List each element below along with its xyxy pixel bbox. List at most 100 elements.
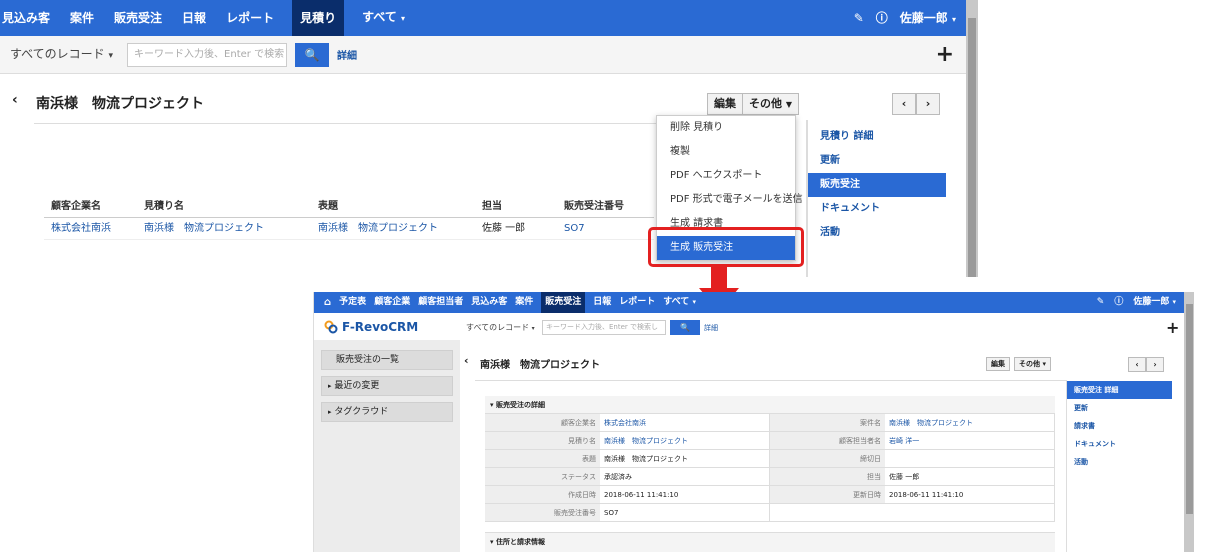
pencil-icon[interactable]: ✎ [1097, 292, 1105, 313]
advanced-search-link[interactable]: 詳細 [337, 47, 357, 62]
next-record-button[interactable]: › [1146, 357, 1164, 372]
related-activities[interactable]: 活動 [808, 221, 946, 245]
record-pager: ‹ › [892, 93, 940, 115]
table-cell[interactable]: 南浜様 物流プロジェクト [312, 218, 476, 239]
related-invoices[interactable]: 請求書 [1067, 417, 1172, 435]
record-title: 南浜様 物流プロジェクト [36, 96, 204, 112]
scrollbar-thumb[interactable] [968, 18, 976, 277]
menu-item-delete-quote[interactable]: 削除 見積り [657, 116, 795, 140]
more-button[interactable]: その他 ▼ [742, 93, 799, 115]
record-scope-value: すべてのレコード [10, 46, 105, 61]
nav-all-menu[interactable]: すべて ▾ [360, 0, 407, 37]
related-sales-orders[interactable]: 販売受注 [808, 173, 946, 197]
related-updates[interactable]: 更新 [1067, 399, 1172, 417]
related-documents[interactable]: ドキュメント [1067, 435, 1172, 453]
column-header[interactable]: 顧客企業名 [44, 196, 138, 217]
chevron-down-icon: ▾ [692, 298, 696, 306]
nav-contacts[interactable]: 顧客担当者 [418, 292, 463, 313]
back-arrow-icon[interactable]: ‹ [12, 92, 18, 108]
caret-down-icon: ▼ [785, 100, 792, 109]
detail-row: ステータス 承認済み 担当 佐藤 一郎 [485, 468, 1055, 486]
quote-detail-screenshot: 見込み客 案件 販売受注 日報 レポート 見積り すべて ▾ ✎ ⓘ 佐藤一郎 … [0, 0, 978, 277]
user-menu[interactable]: 佐藤一郎 ▾ [900, 0, 956, 38]
table-cell[interactable]: 南浜様 物流プロジェクト [138, 218, 312, 239]
table-cell[interactable]: SO7 [558, 218, 654, 239]
prev-record-button[interactable]: ‹ [1128, 357, 1146, 372]
field-value: 南浜様 物流プロジェクト [600, 450, 770, 467]
more-label: その他 [749, 97, 782, 110]
details-section-header[interactable]: ▾ 販売受注の詳細 [485, 396, 1055, 414]
nav-sales-orders[interactable]: 販売受注 [541, 292, 586, 313]
column-header[interactable]: 見積り名 [138, 196, 312, 217]
prev-record-button[interactable]: ‹ [892, 93, 916, 115]
add-icon[interactable]: + [1166, 318, 1179, 337]
field-value: 2018-06-11 11:41:10 [600, 486, 770, 503]
logo[interactable]: F-RevoCRM [324, 320, 418, 334]
edit-button[interactable]: 編集 [707, 93, 743, 115]
nav-all-menu[interactable]: すべて ▾ [663, 292, 696, 313]
edit-button[interactable]: 編集 [986, 357, 1010, 371]
menu-item-email-pdf[interactable]: PDF 形式で電子メールを送信 [657, 188, 803, 212]
field-label: 顧客担当者名 [770, 432, 885, 449]
address-section-header[interactable]: ▾ 住所と請求情報 [485, 532, 1055, 552]
nav-reports[interactable]: レポート [224, 0, 276, 36]
field-value: 承認済み [600, 468, 770, 485]
nav-daily-report[interactable]: 日報 [180, 0, 208, 36]
add-icon[interactable]: + [936, 36, 954, 74]
next-record-button[interactable]: › [916, 93, 940, 115]
sidebar-item-sales-order-list[interactable]: 販売受注の一覧 [321, 350, 453, 370]
scrollbar-thumb[interactable] [1186, 304, 1193, 514]
field-value[interactable]: 岩崎 洋一 [885, 432, 1055, 449]
pencil-icon[interactable]: ✎ [854, 0, 864, 38]
nav-leads[interactable]: 見込み客 [0, 0, 52, 36]
menu-item-export-pdf[interactable]: PDF へエクスポート [657, 164, 795, 188]
nav-accounts[interactable]: 顧客企業 [374, 292, 410, 313]
menu-item-duplicate[interactable]: 複製 [657, 140, 795, 164]
field-label: ステータス [485, 468, 600, 485]
search-input[interactable]: キーワード入力後、Enter で検索し [542, 320, 666, 335]
detail-row: 作成日時 2018-06-11 11:41:10 更新日時 2018-06-11… [485, 486, 1055, 504]
field-value[interactable]: 南浜様 物流プロジェクト [885, 414, 1055, 431]
related-documents[interactable]: ドキュメント [808, 197, 946, 221]
info-icon[interactable]: ⓘ [876, 0, 888, 38]
nav-reports[interactable]: レポート [619, 292, 655, 313]
back-arrow-icon[interactable]: ‹ [464, 354, 469, 367]
table-cell[interactable]: 株式会社南浜 [44, 218, 138, 239]
field-value[interactable]: 株式会社南浜 [600, 414, 770, 431]
more-button[interactable]: その他 ▾ [1014, 357, 1051, 371]
record-scope-select[interactable]: すべてのレコード ▾ [4, 43, 119, 67]
sidebar-item-recent-changes[interactable]: ▸ 最近の変更 [321, 376, 453, 396]
nav-deals[interactable]: 案件 [515, 292, 533, 313]
nav-quotes[interactable]: 見積り [292, 0, 345, 36]
search-button[interactable]: 🔍 [295, 42, 330, 67]
caret-down-icon: ▾ [490, 538, 494, 546]
related-updates[interactable]: 更新 [808, 149, 946, 173]
nav-leads[interactable]: 見込み客 [471, 292, 507, 313]
nav-daily-report[interactable]: 日報 [593, 292, 611, 313]
info-icon[interactable]: ⓘ [1114, 292, 1123, 313]
field-label: 作成日時 [485, 486, 600, 503]
home-icon[interactable]: ⌂ [324, 297, 331, 308]
nav-calendar[interactable]: 予定表 [339, 292, 366, 313]
search-input[interactable]: キーワード入力後、Enter で検索し [127, 42, 288, 67]
field-value[interactable]: 南浜様 物流プロジェクト [600, 432, 770, 449]
section-title: 住所と請求情報 [495, 538, 545, 546]
field-label: 販売受注番号 [485, 504, 600, 521]
scrollbar[interactable] [966, 0, 978, 277]
related-quote-detail[interactable]: 見積り 詳細 [808, 125, 946, 149]
column-header[interactable]: 担当 [476, 196, 558, 217]
nav-sales-orders[interactable]: 販売受注 [112, 0, 164, 36]
column-header[interactable]: 販売受注番号 [558, 196, 654, 217]
table-row[interactable]: 株式会社南浜 南浜様 物流プロジェクト 南浜様 物流プロジェクト 佐藤 一郎 S… [44, 218, 654, 240]
nav-deals[interactable]: 案件 [68, 0, 96, 36]
related-activities[interactable]: 活動 [1067, 453, 1172, 471]
column-header[interactable]: 表題 [312, 196, 476, 217]
sidebar-item-tag-cloud[interactable]: ▸ タグクラウド [321, 402, 453, 422]
scrollbar[interactable] [1184, 292, 1194, 552]
advanced-search-link[interactable]: 詳細 [704, 323, 718, 333]
related-sales-order-detail[interactable]: 販売受注 詳細 [1067, 381, 1172, 399]
record-scope-select[interactable]: すべてのレコード ▾ [466, 322, 538, 333]
user-menu[interactable]: 佐藤一郎 ▾ [1133, 292, 1176, 313]
search-button[interactable]: 🔍 [670, 320, 700, 335]
sidebar-item-label: タグクラウド [334, 407, 389, 417]
